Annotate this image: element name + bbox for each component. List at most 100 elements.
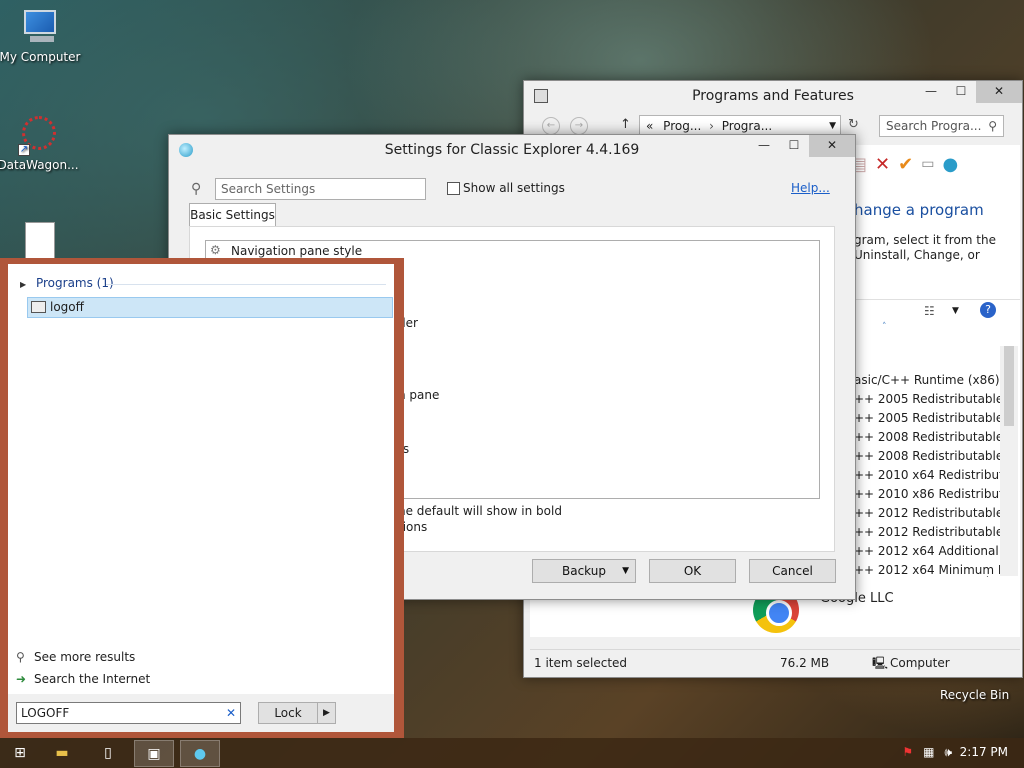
search-settings-input[interactable]: Search Settings [215, 178, 426, 200]
setting-item[interactable]: n pane [398, 388, 439, 402]
status-location: Computer [890, 656, 950, 670]
maximize-button[interactable]: ☐ [946, 81, 976, 103]
up-icon[interactable]: ↑ [620, 117, 631, 132]
refresh-icon[interactable]: ↻ [848, 117, 859, 132]
taskbar-notepad[interactable]: ▯ [88, 740, 128, 767]
results-group-programs[interactable]: ▶ Programs (1) [20, 276, 114, 290]
minimize-button[interactable]: — [749, 135, 779, 157]
forward-icon[interactable]: → [570, 117, 588, 135]
view-bar: ☷ ▼ ? ˄ [854, 299, 1020, 332]
taskbar-control-panel[interactable]: ▣ [134, 740, 174, 767]
chevron-down-icon: ▼ [622, 566, 629, 576]
list-item[interactable]: ++ 2008 Redistributable - x8 [854, 447, 1000, 466]
control-panel-icon: ▣ [147, 746, 161, 762]
list-item[interactable]: ++ 2010 x64 Redistributable [854, 466, 1000, 485]
shell-icon [179, 143, 193, 157]
list-item[interactable]: ++ 2012 Redistributable (x86 [854, 523, 1000, 542]
breadcrumb-item[interactable]: Progra... [722, 119, 772, 133]
see-more-results-link[interactable]: ⚲ See more results [16, 650, 135, 664]
window-icon[interactable]: ▭ [921, 156, 934, 172]
backup-button[interactable]: Backup ▼ [532, 559, 636, 583]
list-item[interactable]: ++ 2005 Redistributable (x64 [854, 409, 1000, 428]
start-menu-footer: LOGOFF ✕ Lock ▶ [8, 694, 394, 732]
desktop-icon-recycle-bin[interactable]: Recycle Bin [940, 688, 1009, 702]
sort-up-icon[interactable]: ˄ [882, 322, 887, 332]
list-item[interactable]: ++ 2005 Redistributable [854, 390, 1000, 409]
delete-icon[interactable]: ✕ [875, 154, 890, 175]
action-center-icon[interactable]: ⚑ [902, 745, 913, 760]
program-list: asic/C++ Runtime (x86) ++ 2005 Redistrib… [854, 371, 1000, 580]
window-title: Programs and Features [692, 88, 854, 104]
close-button[interactable]: ✕ [809, 135, 855, 157]
address-prefix: « [646, 119, 654, 133]
expand-icon: ▶ [20, 280, 27, 289]
titlebar[interactable]: Settings for Classic Explorer 4.4.169 — … [169, 135, 855, 165]
view-options-icon[interactable]: ☷ [924, 304, 935, 318]
desktop-icon-my-computer[interactable]: My Computer [0, 8, 82, 64]
page-heading: hange a program [854, 201, 984, 219]
vertical-scrollbar[interactable] [1000, 346, 1018, 576]
checkbox-label: Show all settings [463, 181, 565, 195]
list-item[interactable]: ++ 2008 Redistributable - x6 [854, 428, 1000, 447]
desktop-icon-datawagon[interactable]: ↗ DataWagon... [0, 112, 80, 172]
minimize-button[interactable]: — [916, 81, 946, 103]
status-size: 76.2 MB [780, 656, 830, 670]
start-button[interactable]: ⊞ [0, 740, 40, 767]
search-icon: ⚲ [988, 119, 997, 133]
system-tray: ⚑ ▦ 🕪 [902, 745, 952, 760]
list-item[interactable]: asic/C++ Runtime (x86) [854, 371, 1000, 390]
list-item[interactable]: ++ 2012 Redistributable (x64 [854, 504, 1000, 523]
ok-button[interactable]: OK [649, 559, 736, 583]
list-item[interactable]: ++ 2010 x86 Redistributable [854, 485, 1000, 504]
search-icon: ⚲ [16, 650, 25, 664]
lock-button[interactable]: Lock ▶ [258, 702, 336, 724]
check-icon[interactable]: ✔ [898, 154, 913, 175]
list-item[interactable]: ++ 2012 x64 Additional Run [854, 542, 1000, 561]
start-menu-results: ▶ Programs (1) logoff ⚲ See more results … [8, 264, 394, 694]
search-internet-link[interactable]: ➜ Search the Internet [16, 672, 150, 686]
tab-basic-settings[interactable]: Basic Settings [189, 203, 276, 227]
taskbar: ⊞ ▬ ▯ ▣ ● ⚑ ▦ 🕪 2:17 PM [0, 738, 1024, 768]
desktop-icon-document[interactable] [0, 222, 82, 262]
titlebar[interactable]: Programs and Features — ☐ ✕ [524, 81, 1022, 111]
chevron-down-icon[interactable]: ▼ [829, 116, 836, 136]
volume-icon[interactable]: 🕪 [944, 745, 952, 760]
program-icon [31, 301, 46, 313]
clear-icon[interactable]: ✕ [226, 703, 236, 723]
toolbar: ▤ ✕ ✔ ▭ ● [850, 149, 1020, 179]
network-icon[interactable]: ▦ [923, 745, 934, 760]
search-input[interactable]: Search Progra... ⚲ [879, 115, 1004, 137]
folder-icon: ▬ [55, 745, 69, 761]
help-icon[interactable]: ? [980, 302, 996, 318]
datawagon-icon: ↗ [16, 112, 60, 156]
help-link[interactable]: Help... [791, 181, 830, 195]
cancel-button[interactable]: Cancel [749, 559, 836, 583]
back-icon[interactable]: ← [542, 117, 560, 135]
windows-icon: ⊞ [14, 745, 26, 761]
breadcrumb-item[interactable]: Prog... [663, 119, 701, 133]
chevron-down-icon[interactable]: ▼ [952, 306, 959, 316]
maximize-button[interactable]: ☐ [779, 135, 809, 157]
window-title: Settings for Classic Explorer 4.4.169 [384, 142, 640, 158]
search-icon: ⚲ [191, 181, 202, 197]
clock[interactable]: 2:17 PM [960, 745, 1008, 759]
control-panel-icon [534, 89, 548, 103]
computer-icon: 🖳 [872, 656, 889, 670]
taskbar-explorer[interactable]: ▬ [42, 740, 82, 767]
setting-item[interactable]: Navigation pane style [231, 244, 362, 258]
document-icon [25, 222, 55, 260]
taskbar-classic-explorer[interactable]: ● [180, 740, 220, 767]
close-button[interactable]: ✕ [976, 81, 1022, 103]
search-result-item[interactable]: logoff [27, 297, 393, 318]
status-selected: 1 item selected [534, 656, 628, 670]
start-search-input[interactable]: LOGOFF ✕ [16, 702, 241, 724]
start-menu: ▶ Programs (1) logoff ⚲ See more results … [0, 258, 404, 738]
shell-icon[interactable]: ● [942, 154, 958, 175]
desktop-icon-label: DataWagon... [0, 158, 79, 172]
chevron-right-icon[interactable]: ▶ [317, 703, 335, 723]
document-icon: ▯ [104, 745, 112, 761]
internet-search-icon: ➜ [16, 672, 27, 686]
status-bar: 1 item selected 76.2 MB 🖳 Computer [530, 649, 1020, 675]
show-all-settings-checkbox[interactable] [447, 182, 460, 195]
gear-icon: ⚙ [210, 243, 221, 257]
